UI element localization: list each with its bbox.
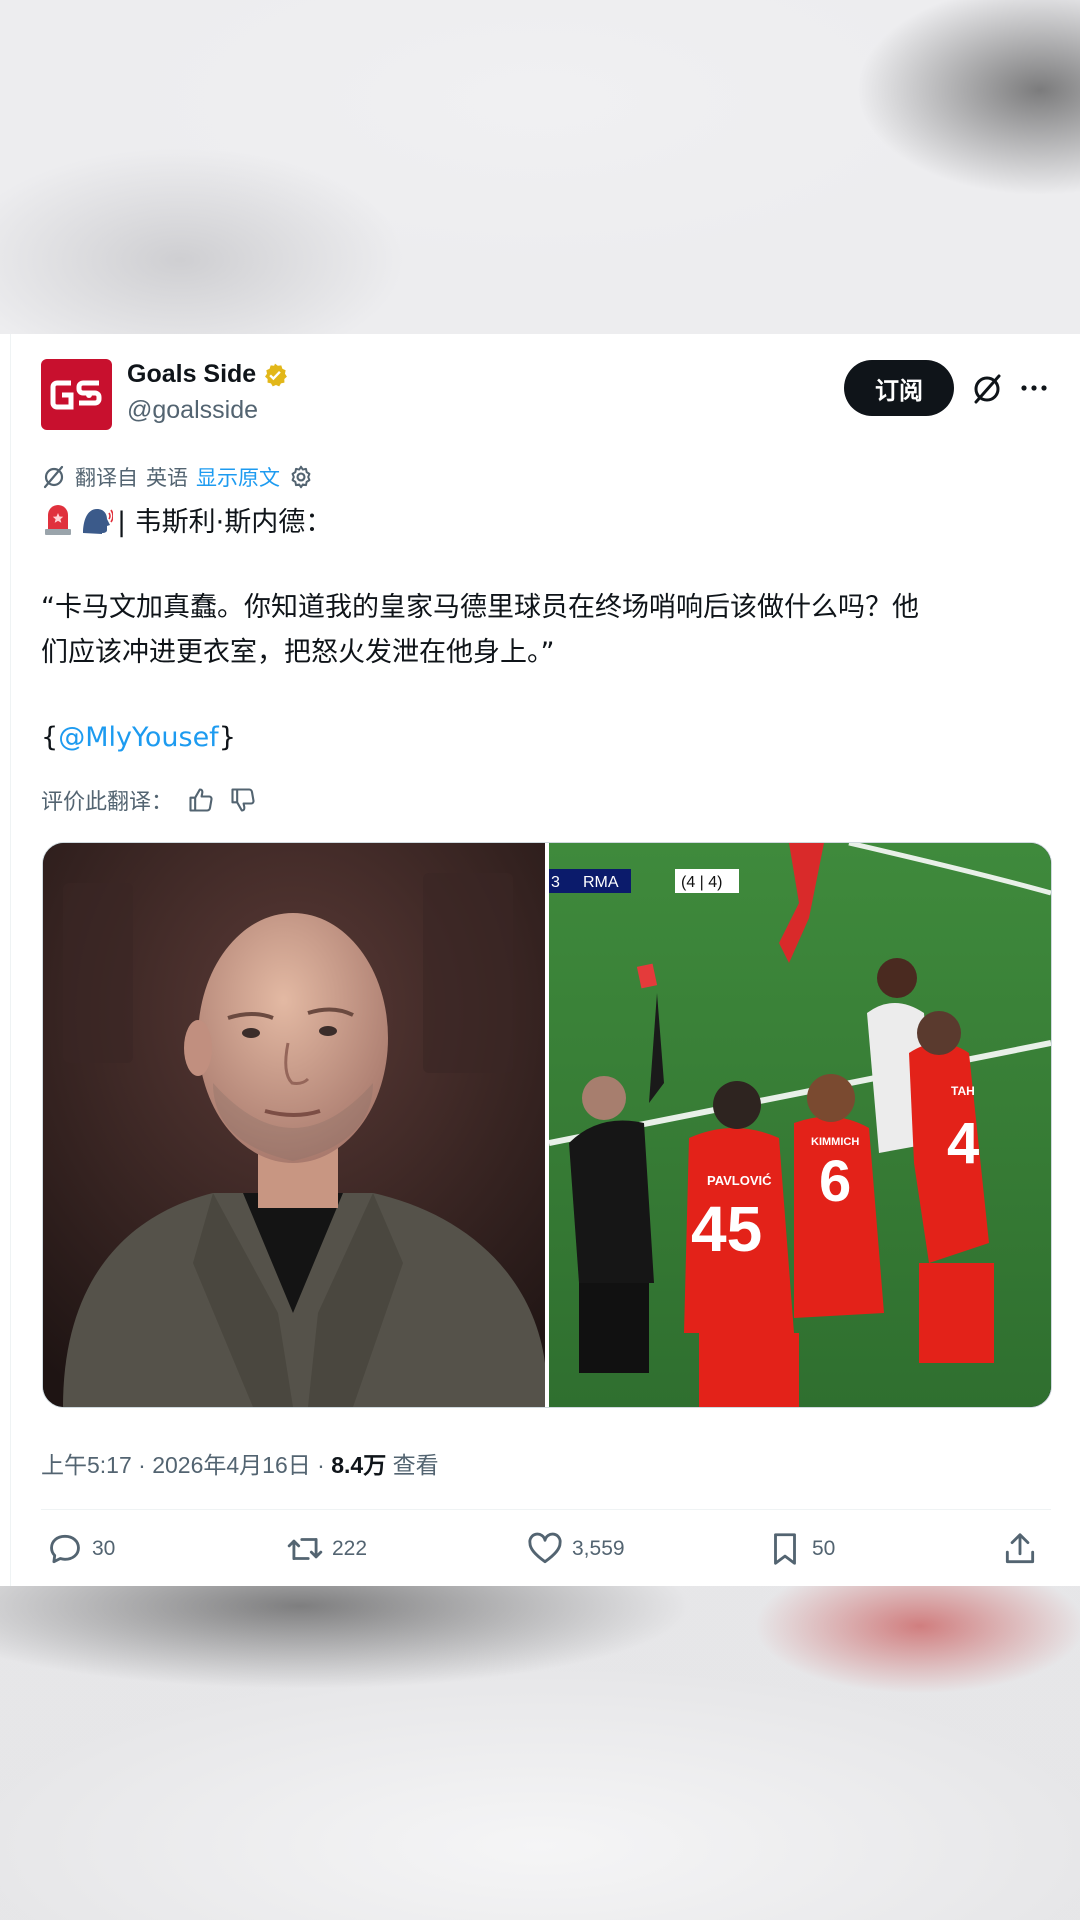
tweet-line-3: 们应该冲进更衣室，把怒火发泄在他身上。” (41, 637, 555, 668)
tweet-time[interactable]: 上午5:17 (41, 1452, 132, 1478)
views-label: 查看 (392, 1452, 439, 1478)
thumbs-down-icon[interactable] (229, 786, 257, 814)
show-original-link[interactable]: 显示原文 (196, 462, 280, 492)
retweet-count: 222 (332, 1537, 368, 1560)
retweet-button[interactable]: 222 (286, 1530, 367, 1568)
jersey-6-number: 6 (819, 1149, 851, 1214)
tweet-line-1: | 韦斯利·斯内德： (41, 500, 1041, 545)
bookmark-icon (774, 1533, 796, 1565)
jersey-4-name: TAH (951, 1084, 975, 1098)
translation-language: 英语 (146, 466, 188, 490)
author-name-row[interactable]: Goals Side (127, 360, 288, 389)
tweet-date[interactable]: 2026年4月16日 (152, 1452, 311, 1478)
share-button[interactable] (1001, 1530, 1039, 1568)
mention-link[interactable]: @MlyYousef (58, 722, 219, 753)
scoreboard-aggregate: (4 | 4) (681, 874, 723, 891)
speaking-head-emoji-icon (83, 509, 113, 534)
blurred-background-bottom (0, 1586, 1080, 1920)
tweet-line-2: “卡马文加真蠢。你知道我的皇家马德里球员在终场哨响后该做什么吗？他 (41, 592, 919, 623)
subscribe-button[interactable]: 订阅 (844, 360, 954, 416)
tweet-meta: 上午5:17 · 2026年4月16日 · 8.4万 查看 (41, 1446, 439, 1480)
bookmark-button[interactable]: 50 (766, 1530, 835, 1568)
rate-translation-bar: 评价此翻译： (41, 784, 257, 816)
scoreboard-number: 3 (551, 874, 560, 891)
heart-icon (528, 1532, 562, 1564)
grok-icon[interactable] (970, 372, 1004, 406)
like-button[interactable]: 3,559 (526, 1530, 625, 1568)
tweet-line-1-text: | 韦斯利·斯内德： (117, 507, 333, 538)
tweet-card: Goals Side @goalsside 订阅 翻译自 英语 显示原文 | 韦… (0, 334, 1080, 1586)
avatar[interactable] (41, 359, 112, 430)
share-icon (1005, 1533, 1035, 1564)
bookmark-count: 50 (812, 1537, 836, 1560)
author-handle[interactable]: @goalsside (127, 396, 258, 425)
thumbs-up-icon[interactable] (187, 786, 215, 814)
author-name[interactable]: Goals Side (127, 360, 256, 389)
media-grid[interactable]: 3 RMA (4 | 4) 4 TAH 6 KIMMICH 45 PAVLOVI (42, 842, 1052, 1408)
more-options-icon[interactable] (1018, 372, 1050, 404)
brace-open: { (41, 722, 59, 753)
jersey-6-name: KIMMICH (811, 1136, 859, 1148)
reply-icon (50, 1534, 80, 1564)
meta-separator: · (317, 1452, 325, 1478)
snijder-photo[interactable] (43, 843, 545, 1407)
jersey-45-name: PAVLOVIĆ (707, 1173, 772, 1188)
goals-side-logo (50, 380, 101, 409)
brace-close: } (218, 722, 236, 753)
tweet-mention-line: {@MlyYousef} (41, 715, 1041, 760)
jersey-4-number: 4 (947, 1111, 979, 1176)
jersey-45-number: 45 (691, 1193, 762, 1265)
siren-emoji-icon (45, 505, 71, 535)
grok-translate-icon (43, 465, 64, 489)
scoreboard-team: RMA (583, 874, 619, 891)
reply-count: 30 (92, 1537, 116, 1560)
red-card-photo[interactable]: 3 RMA (4 | 4) 4 TAH 6 KIMMICH 45 PAVLOVI (549, 843, 1051, 1407)
meta-separator: · (138, 1452, 146, 1478)
view-count: 8.4万 (331, 1452, 387, 1478)
translation-prefix: 翻译自 (75, 466, 138, 490)
reply-button[interactable]: 30 (46, 1530, 115, 1568)
retweet-icon (287, 1538, 323, 1560)
rate-label: 评价此翻译： (41, 790, 174, 815)
verified-badge-icon (265, 363, 288, 386)
divider (41, 1509, 1051, 1510)
action-bar: 30 222 3,559 50 (41, 1530, 1051, 1590)
tweet-body: | 韦斯利·斯内德： “卡马文加真蠢。你知道我的皇家马德里球员在终场哨响后该做什… (41, 500, 1041, 760)
blurred-background-top (0, 0, 1080, 334)
like-count: 3,559 (572, 1537, 625, 1560)
translation-bar: 翻译自 英语 显示原文 (41, 462, 314, 492)
settings-gear-icon[interactable] (288, 464, 314, 490)
